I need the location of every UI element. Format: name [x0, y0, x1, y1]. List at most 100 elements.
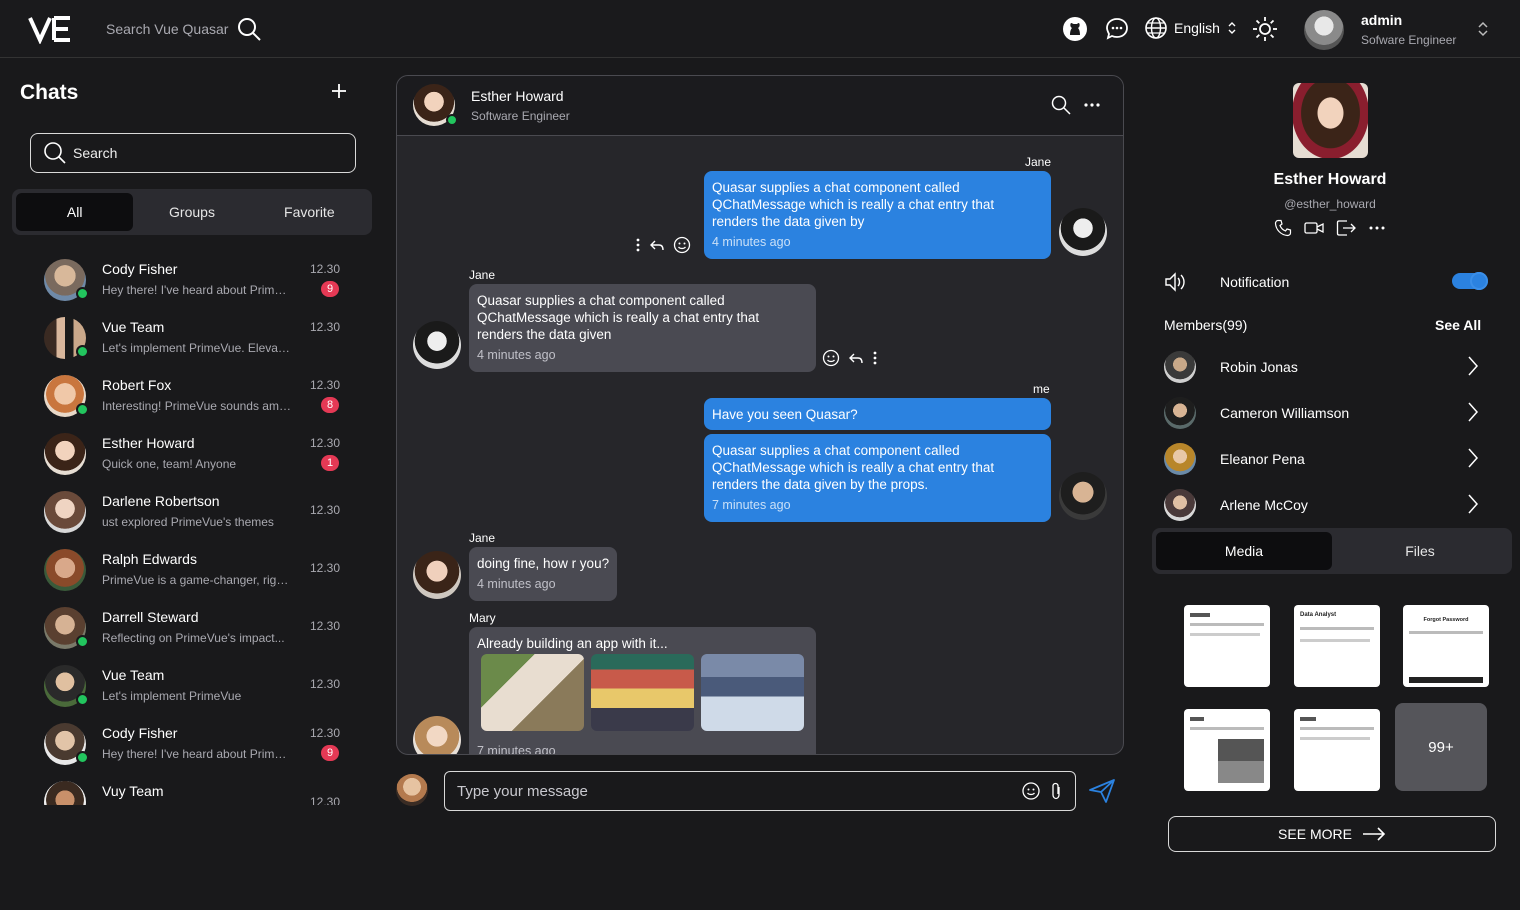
chat-preview: Reflecting on PrimeVue's impact... [102, 631, 285, 645]
list-item[interactable]: Cody Fisher Hey there! I've heard about … [0, 713, 384, 771]
avatar [413, 551, 461, 599]
tab-files[interactable]: Files [1332, 532, 1508, 570]
message-text: doing fine, how r you? [477, 556, 610, 571]
tab-favorite[interactable]: Favorite [251, 193, 368, 231]
message-text: Quasar supplies a chat component called … [477, 293, 760, 342]
reply-icon[interactable] [649, 237, 665, 253]
chat-time: 12.30 [310, 677, 341, 691]
message-text: Already building an app with it... [477, 636, 668, 651]
more-media-button[interactable]: 99+ [1395, 703, 1487, 791]
tab-media[interactable]: Media [1156, 532, 1332, 570]
phone-icon[interactable] [1274, 219, 1292, 237]
more-vertical-icon[interactable] [635, 237, 641, 253]
attached-image[interactable] [701, 654, 804, 731]
plus-icon [332, 84, 346, 98]
thumb-title: Forgot Password [1423, 617, 1469, 623]
list-item[interactable]: Vue Team Let's implement PrimeVue 12.30 [0, 655, 384, 713]
tab-all[interactable]: All [16, 193, 134, 231]
chat-name: Cody Fisher [102, 261, 178, 277]
online-indicator [76, 693, 89, 706]
more-horizontal-icon[interactable] [1368, 219, 1386, 237]
chat-list: Cody Fisher Hey there! I've heard about … [0, 249, 384, 805]
user-name: admin [1361, 12, 1403, 28]
paperclip-icon[interactable] [1049, 781, 1063, 801]
avatar [1164, 443, 1196, 475]
message-bubble[interactable]: Quasar supplies a chat component called … [704, 434, 1051, 522]
message-sender: me [1033, 382, 1050, 396]
message-bubble[interactable]: doing fine, how r you? 4 minutes ago [469, 547, 618, 601]
message-bubble[interactable]: Quasar supplies a chat component called … [469, 284, 816, 372]
emoji-icon[interactable] [1021, 781, 1041, 801]
search-icon[interactable] [1051, 95, 1071, 115]
avatar [413, 321, 461, 369]
media-thumbnail[interactable] [1184, 709, 1270, 791]
chat-name: Vue Team [102, 667, 165, 683]
emoji-icon[interactable] [673, 236, 691, 254]
tab-groups[interactable]: Groups [133, 193, 250, 231]
list-item[interactable]: Robert Fox Interesting! PrimeVue sounds … [0, 365, 384, 423]
media-thumbnail[interactable]: Forgot Password [1403, 605, 1489, 687]
chevron-right-icon [1468, 356, 1479, 376]
search-icon [44, 142, 66, 164]
attached-image[interactable] [591, 654, 694, 731]
list-item[interactable]: Vue Team Let's implement PrimeVue. Eleva… [0, 307, 384, 365]
member-item[interactable]: Robin Jonas [1164, 349, 1490, 385]
top-bar: Search Vue Quasar English admin Sofware … [0, 0, 1520, 58]
media-thumbnail[interactable] [1184, 605, 1270, 687]
user-profile-menu[interactable]: admin Sofware Engineer [1304, 10, 1504, 50]
message-actions [635, 236, 691, 254]
arrow-right-icon [1362, 827, 1386, 841]
language-selector[interactable]: English [1144, 16, 1238, 40]
chat-time: 12.30 [310, 503, 341, 517]
thumb-line [1409, 631, 1483, 634]
message-bubble[interactable]: Have you seen Quasar? [704, 398, 1051, 430]
thumb-line [1409, 677, 1483, 683]
member-item[interactable]: Cameron Williamson [1164, 395, 1490, 431]
new-chat-button[interactable] [328, 81, 350, 103]
list-item[interactable]: Darrell Steward Reflecting on PrimeVue's… [0, 597, 384, 655]
github-icon[interactable] [1062, 16, 1088, 42]
share-icon[interactable] [1336, 219, 1356, 237]
app-logo[interactable] [28, 14, 72, 44]
more-horizontal-icon[interactable] [1083, 95, 1101, 115]
chat-search-input[interactable]: Search [30, 133, 356, 173]
list-item[interactable]: Esther Howard Quick one, team! Anyone 12… [0, 423, 384, 481]
chat-bubble-icon[interactable] [1104, 16, 1130, 42]
list-item[interactable]: Vuy Team 12.30 [0, 771, 384, 805]
global-search[interactable]: Search Vue Quasar [106, 16, 262, 42]
send-icon[interactable] [1088, 778, 1116, 804]
thumb-line [1190, 727, 1264, 730]
chat-filter-tabs: All Groups Favorite [12, 189, 372, 235]
media-thumbnail[interactable] [1294, 709, 1380, 791]
language-label: English [1174, 20, 1220, 36]
avatar [396, 774, 428, 806]
reply-icon[interactable] [848, 350, 864, 366]
more-vertical-icon[interactable] [872, 350, 878, 366]
member-name: Cameron Williamson [1220, 405, 1350, 421]
video-icon[interactable] [1304, 219, 1324, 237]
message-bubble[interactable]: Quasar supplies a chat component called … [704, 171, 1051, 259]
unread-badge: 1 [321, 455, 339, 471]
theme-sun-icon[interactable] [1252, 16, 1278, 42]
message-time: 4 minutes ago [477, 348, 556, 362]
notification-toggle[interactable] [1452, 272, 1488, 290]
message-input-box[interactable] [444, 771, 1076, 811]
thumb-line [1300, 639, 1370, 642]
emoji-icon[interactable] [822, 349, 840, 367]
notification-label: Notification [1220, 274, 1290, 290]
list-item[interactable]: Ralph Edwards PrimeVue is a game-changer… [0, 539, 384, 597]
chat-time: 12.30 [310, 795, 341, 805]
list-item[interactable]: Cody Fisher Hey there! I've heard about … [0, 249, 384, 307]
thumb-line [1190, 633, 1260, 636]
contact-actions [1274, 219, 1386, 237]
message-input[interactable] [457, 782, 1021, 800]
media-thumbnail[interactable]: Data Analyst [1294, 605, 1380, 687]
member-item[interactable]: Arlene McCoy [1164, 487, 1490, 523]
avatar [44, 433, 86, 475]
media-files-tabs: Media Files [1152, 528, 1512, 574]
see-all-link[interactable]: See All [1435, 317, 1481, 333]
member-item[interactable]: Eleanor Pena [1164, 441, 1490, 477]
see-more-button[interactable]: SEE MORE [1168, 816, 1496, 852]
list-item[interactable]: Darlene Robertson ust explored PrimeVue'… [0, 481, 384, 539]
attached-image[interactable] [481, 654, 584, 731]
